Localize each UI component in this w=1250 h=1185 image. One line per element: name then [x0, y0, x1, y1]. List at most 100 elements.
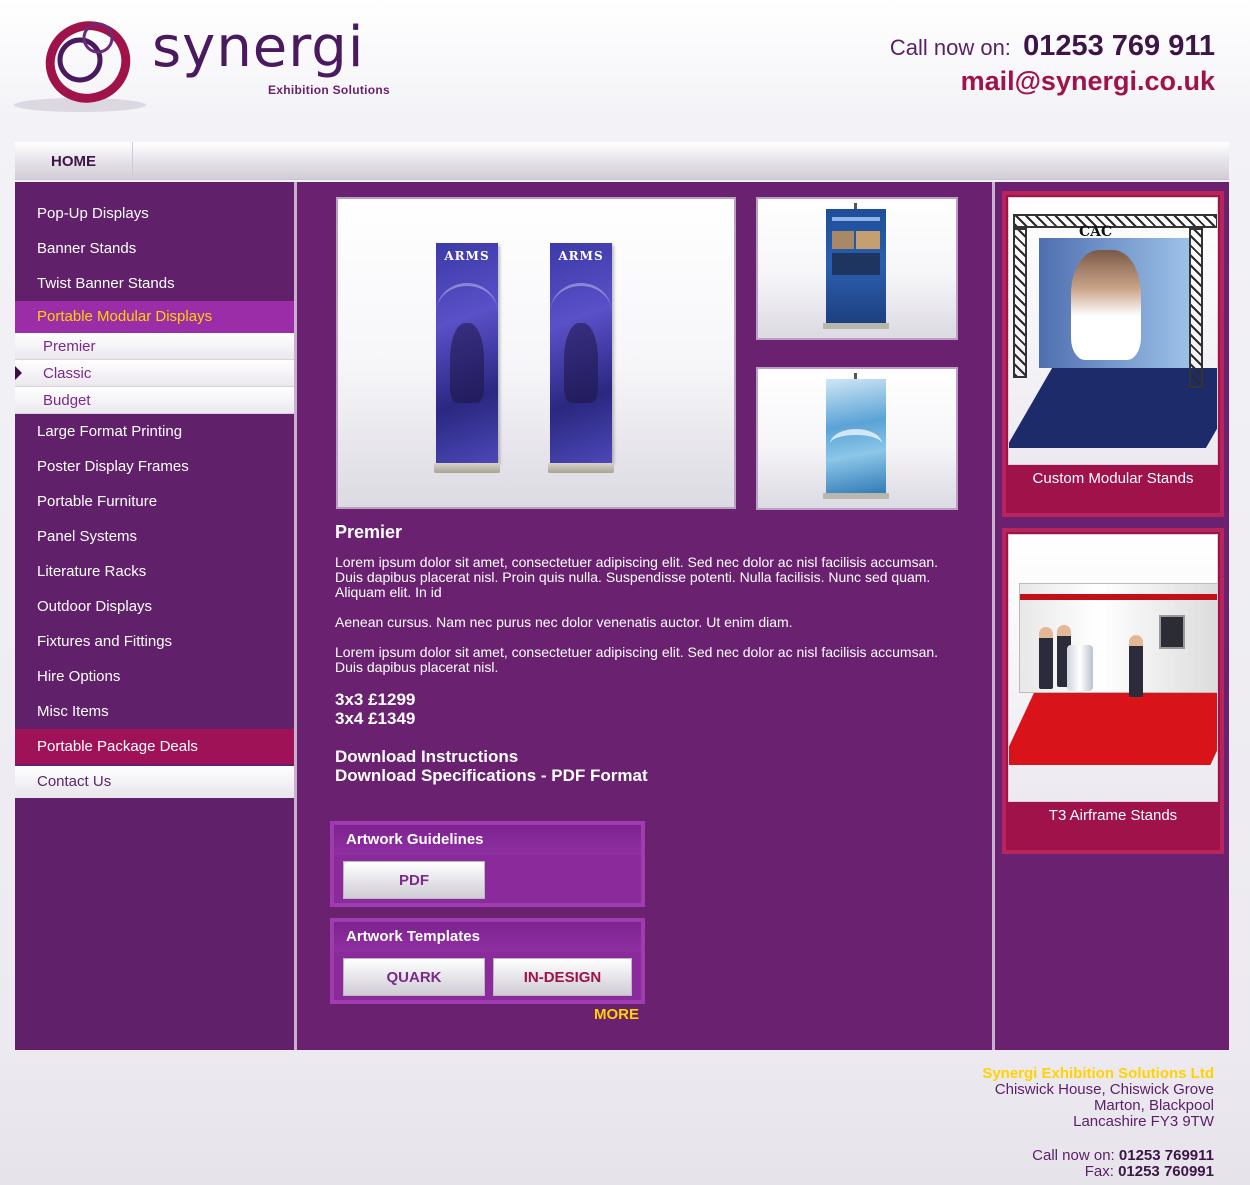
footer-call-number[interactable]: 01253 769911 [1119, 1147, 1214, 1164]
banner-brand-text: ARMS [558, 249, 604, 263]
thumb-banner-blue [823, 203, 889, 329]
podium [1067, 645, 1093, 691]
product-title: Premier [335, 522, 403, 542]
banner-figure [564, 323, 598, 403]
sidebar-subitem-premier[interactable]: Premier [15, 333, 294, 360]
sidebar-subitem-budget[interactable]: Budget [15, 387, 294, 414]
banner-stand-image-right: ARMS [548, 243, 614, 473]
price-list: 3x3 £1299 3x4 £1349 [335, 690, 965, 728]
footer-fax: Fax: 01253 760991 [982, 1164, 1214, 1180]
sidebar-item-twist-banner-stands[interactable]: Twist Banner Stands [15, 266, 294, 301]
sidebar-item-portable-furniture[interactable]: Portable Furniture [15, 484, 294, 519]
sidebar-item-panel-systems[interactable]: Panel Systems [15, 519, 294, 554]
call-line: Call now on: 01253 769 911 [890, 30, 1215, 64]
promo-image-airframe-stand [1008, 534, 1218, 802]
main-frame: Pop-Up Displays Banner Stands Twist Bann… [15, 182, 1229, 1050]
thumb-banner-sky [823, 373, 889, 499]
download-links: Download Instructions Download Specifica… [335, 747, 965, 785]
sidebar-item-contact-us[interactable]: Contact Us [15, 766, 294, 798]
product-thumbnail-1[interactable] [756, 197, 958, 340]
sidebar-item-literature-racks[interactable]: Literature Racks [15, 554, 294, 589]
promo-custom-modular-stands[interactable]: CAC Custom Modular Stands [1002, 191, 1224, 517]
stand-pole [854, 203, 857, 209]
download-instructions-link[interactable]: Download Instructions [335, 747, 965, 766]
banner-brand-text: ARMS [444, 249, 490, 263]
sidebar-menu: Pop-Up Displays Banner Stands Twist Bann… [15, 182, 294, 798]
logo[interactable]: synergi Exhibition Solutions [10, 10, 410, 120]
truss [1013, 214, 1217, 228]
price-3x3: 3x3 £1299 [335, 690, 416, 709]
promo-caption[interactable]: T3 Airframe Stands [1006, 808, 1220, 824]
address-line: Chiswick House, Chiswick Grove [994, 1081, 1214, 1098]
sidebar-item-hire-options[interactable]: Hire Options [15, 659, 294, 694]
nav-home[interactable]: HOME [15, 142, 133, 180]
artwork-guidelines-box: Artwork Guidelines PDF [330, 821, 645, 907]
product-thumbnail-2[interactable] [756, 367, 958, 510]
more-link[interactable]: MORE [594, 1006, 639, 1023]
price-3x4: 3x4 £1349 [335, 709, 416, 728]
banner-stand-image-left: ARMS [434, 243, 500, 473]
sidebar: Pop-Up Displays Banner Stands Twist Bann… [15, 182, 297, 1050]
sidebar-item-portable-modular-displays[interactable]: Portable Modular Displays [15, 301, 294, 333]
stand-foot [823, 493, 889, 499]
pdf-button[interactable]: PDF [343, 861, 485, 899]
description-paragraph: Aenean cursus. Nam nec purus nec dolor v… [335, 614, 793, 630]
sidebar-item-outdoor-displays[interactable]: Outdoor Displays [15, 589, 294, 624]
header-contact: Call now on: 01253 769 911 mail@synergi.… [890, 30, 1215, 98]
thumb-photo [832, 231, 854, 249]
description-paragraph: Lorem ipsum dolor sit amet, consectetuer… [335, 554, 939, 600]
truss [1189, 228, 1203, 388]
stand-floor [1009, 685, 1217, 765]
email-link[interactable]: mail@synergi.co.uk [890, 64, 1215, 98]
promo-brand-text: CAC [1079, 224, 1113, 240]
person-figure [1039, 627, 1053, 689]
thumb-photo [856, 231, 880, 249]
promo-column: CAC Custom Modular Stands T3 Airframe St… [998, 182, 1229, 1050]
promo-image-custom-stand: CAC [1008, 197, 1218, 465]
stand-foot [823, 323, 889, 329]
wall-stripe [1020, 594, 1217, 600]
top-nav: HOME [15, 142, 1229, 180]
thumb-photo [832, 253, 880, 275]
sidebar-item-portable-package-deals[interactable]: Portable Package Deals [15, 729, 294, 764]
thumb-wave [830, 429, 882, 459]
sidebar-item-fixtures-and-fittings[interactable]: Fixtures and Fittings [15, 624, 294, 659]
sidebar-item-banner-stands[interactable]: Banner Stands [15, 231, 294, 266]
footer-spacer [982, 1130, 1214, 1148]
sidebar-item-misc-items[interactable]: Misc Items [15, 694, 294, 729]
truss [1013, 228, 1027, 378]
footer-call: Call now on: 01253 769911 [982, 1148, 1214, 1164]
company-name: Synergi Exhibition Solutions Ltd [982, 1065, 1214, 1082]
thumb-stripe [832, 217, 880, 221]
address-line: Lancashire FY3 9TW [1073, 1113, 1214, 1130]
sidebar-subitem-classic[interactable]: Classic [15, 360, 294, 387]
stand-floor [1009, 368, 1217, 448]
footer-fax-label: Fax: [1084, 1163, 1114, 1180]
stand-pole [854, 373, 857, 379]
logo-swirl-icon [14, 21, 146, 112]
product-description: Premier Lorem ipsum dolor sit amet, cons… [335, 522, 965, 785]
promo-t3-airframe-stands[interactable]: T3 Airframe Stands [1002, 528, 1224, 854]
address-line: Marton, Blackpool [1093, 1097, 1214, 1114]
call-number[interactable]: 01253 769 911 [1023, 30, 1215, 62]
display-screen [1159, 615, 1185, 649]
call-label: Call now on: [889, 35, 1011, 60]
artwork-guidelines-title: Artwork Guidelines [334, 825, 641, 855]
banner-foot [434, 463, 500, 473]
logo-subtitle: Exhibition Solutions [268, 83, 390, 97]
promo-caption[interactable]: Custom Modular Stands [1006, 471, 1220, 487]
artwork-templates-title: Artwork Templates [334, 922, 641, 952]
indesign-button[interactable]: IN-DESIGN [493, 958, 632, 996]
footer-address: Synergi Exhibition Solutions Ltd Chiswic… [982, 1066, 1214, 1180]
description-paragraph: Lorem ipsum dolor sit amet, consectetuer… [335, 644, 939, 675]
sidebar-item-poster-display-frames[interactable]: Poster Display Frames [15, 449, 294, 484]
product-main-image[interactable]: ARMS ARMS [336, 197, 736, 509]
banner-figure [450, 323, 484, 403]
content-area: ARMS ARMS Premier Lorem ipsum dolor sit … [300, 182, 995, 1050]
sidebar-item-pop-up-displays[interactable]: Pop-Up Displays [15, 196, 294, 231]
artwork-templates-box: Artwork Templates QUARK IN-DESIGN [330, 918, 645, 1004]
sidebar-item-large-format-printing[interactable]: Large Format Printing [15, 414, 294, 449]
download-specifications-link[interactable]: Download Specifications - PDF Format [335, 766, 965, 785]
quark-button[interactable]: QUARK [343, 958, 485, 996]
footer-call-label: Call now on: [1032, 1147, 1115, 1164]
